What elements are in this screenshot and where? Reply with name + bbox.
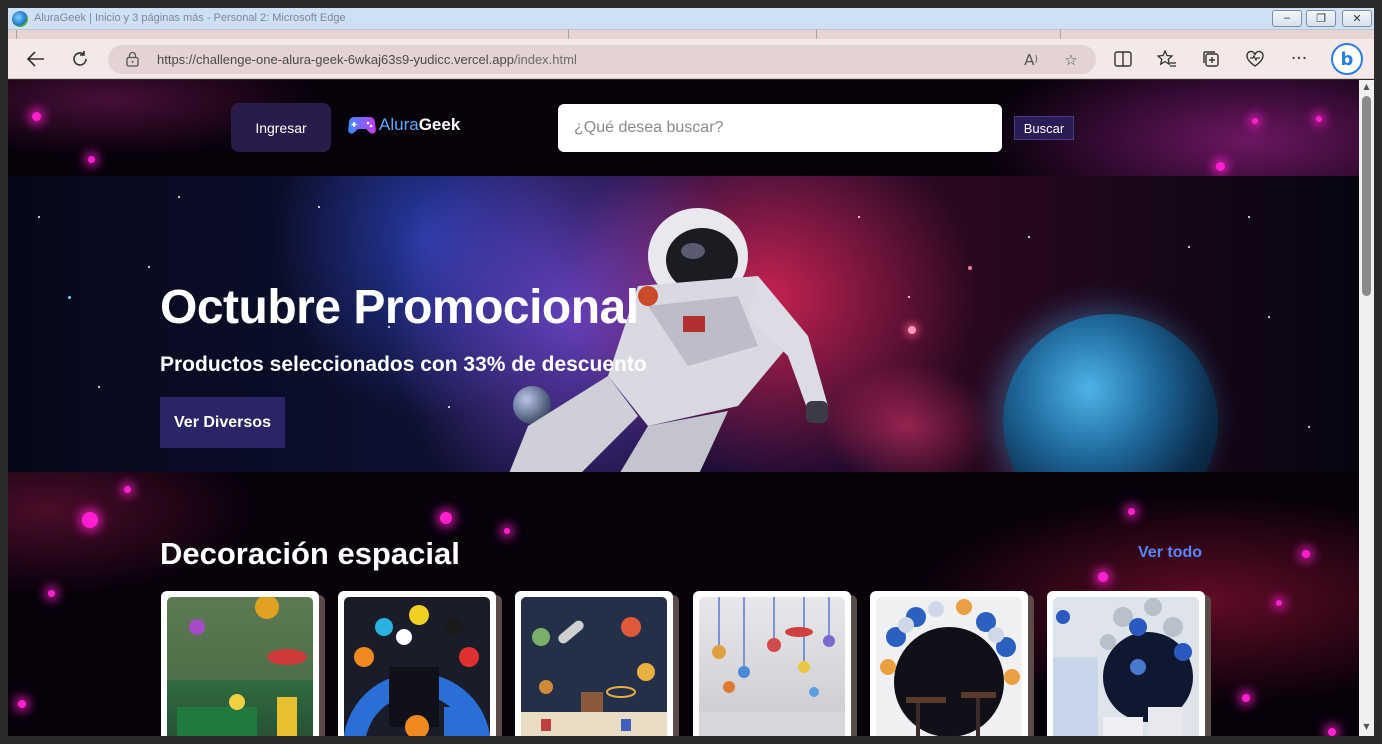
product-card[interactable] xyxy=(338,591,496,736)
blue-planet xyxy=(1003,314,1218,472)
neon-dot xyxy=(1128,508,1135,515)
page-scrollbar[interactable]: ▲ ▼ xyxy=(1359,80,1374,736)
neon-dot xyxy=(88,156,95,163)
neon-dot xyxy=(1216,162,1225,171)
neon-dot xyxy=(1302,550,1310,558)
neon-dot xyxy=(48,590,55,597)
product-card[interactable] xyxy=(693,591,851,736)
neon-dot xyxy=(1316,116,1322,122)
hero-cta-button[interactable]: Ver Diversos xyxy=(160,397,285,448)
page-viewport: Ingresar AluraGeek Buscar xyxy=(8,80,1359,736)
collections-icon[interactable] xyxy=(1199,47,1223,71)
scrollbar-thumb[interactable] xyxy=(1362,96,1371,296)
close-button[interactable]: ✕ xyxy=(1342,10,1372,27)
refresh-icon[interactable] xyxy=(68,47,92,71)
login-button[interactable]: Ingresar xyxy=(231,103,331,152)
product-card[interactable] xyxy=(1047,591,1205,736)
neon-dot xyxy=(440,512,452,524)
product-image xyxy=(344,597,490,736)
neon-dot xyxy=(1242,694,1250,702)
browser-toolbar: https://challenge-one-alura-geek-6wkaj63… xyxy=(8,39,1374,79)
favorite-star-icon[interactable]: ☆ xyxy=(1060,49,1082,71)
hero-banner: Octubre Promocional Productos selecciona… xyxy=(8,176,1359,472)
scroll-down-icon[interactable]: ▼ xyxy=(1362,722,1371,732)
product-card[interactable] xyxy=(161,591,319,736)
bing-icon[interactable]: b xyxy=(1331,43,1363,75)
restore-button[interactable]: ❐ xyxy=(1306,10,1336,27)
product-image xyxy=(699,597,845,736)
favorites-icon[interactable] xyxy=(1155,47,1179,71)
view-all-link[interactable]: Ver todo xyxy=(1138,544,1202,562)
browser-essentials-icon[interactable] xyxy=(1243,47,1267,71)
minimize-button[interactable]: – xyxy=(1272,10,1302,27)
product-image xyxy=(876,597,1022,736)
browser-window: AluraGeek | Inicio y 3 páginas más - Per… xyxy=(0,0,1382,744)
search-input[interactable] xyxy=(558,104,1002,152)
hero-title: Octubre Promocional xyxy=(160,281,639,334)
tab-strip[interactable] xyxy=(8,30,1374,39)
neon-dot xyxy=(32,112,41,121)
neon-dot xyxy=(1098,572,1108,582)
neon-dot xyxy=(504,528,510,534)
lock-icon[interactable] xyxy=(126,51,139,67)
more-icon[interactable]: ··· xyxy=(1287,47,1311,71)
neon-dot xyxy=(124,486,131,493)
title-bar: AluraGeek | Inicio y 3 páginas más - Per… xyxy=(8,8,1374,30)
logo[interactable]: Alura Geek xyxy=(348,114,460,136)
read-aloud-icon[interactable]: A) xyxy=(1020,49,1042,71)
product-card[interactable] xyxy=(515,591,673,736)
product-image xyxy=(521,597,667,736)
section-title: Decoración espacial xyxy=(160,536,460,571)
product-card[interactable] xyxy=(870,591,1028,736)
split-screen-icon[interactable] xyxy=(1111,47,1135,71)
back-icon[interactable] xyxy=(24,47,48,71)
neon-dot xyxy=(1328,728,1336,736)
neon-dot xyxy=(1252,118,1258,124)
neon-dot xyxy=(82,512,98,528)
neon-dot xyxy=(1276,600,1282,606)
product-image xyxy=(1053,597,1199,736)
scroll-up-icon[interactable]: ▲ xyxy=(1362,82,1371,92)
url-text[interactable]: https://challenge-one-alura-geek-6wkaj63… xyxy=(157,52,577,67)
gamepad-icon xyxy=(348,117,376,134)
hero-subtitle: Productos seleccionados con 33% de descu… xyxy=(160,353,647,376)
neon-dot xyxy=(18,700,26,708)
address-bar[interactable]: https://challenge-one-alura-geek-6wkaj63… xyxy=(108,45,1096,74)
search-button[interactable]: Buscar xyxy=(1014,116,1074,140)
product-image xyxy=(167,597,313,736)
edge-icon xyxy=(12,11,28,27)
window-title: AluraGeek | Inicio y 3 páginas más - Per… xyxy=(34,12,346,24)
